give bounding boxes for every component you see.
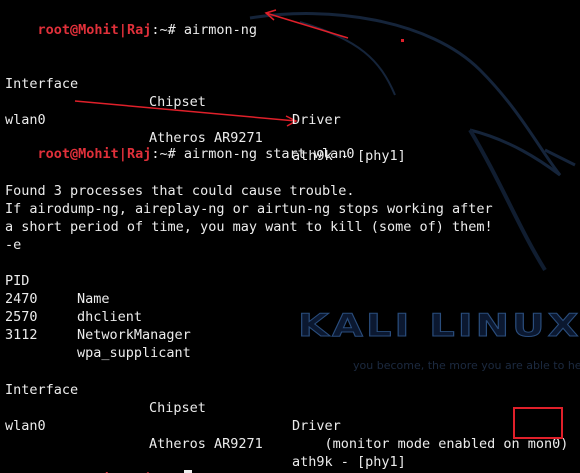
annotation-dot — [401, 39, 404, 42]
prompt-path: :~# — [151, 22, 184, 38]
mon0-highlight-box — [513, 407, 563, 439]
process-row: 2470 dhclient — [5, 272, 305, 325]
warning-line-1: Found 3 processes that could cause troub… — [5, 183, 355, 199]
warning-line-2: If airodump-ng, aireplay-ng or airtun-ng… — [5, 201, 493, 217]
monitor-prefix: (monitor mode enabled on — [324, 436, 528, 452]
process-name: NetworkManager — [77, 327, 191, 343]
prompt-user: root@Mohit — [37, 22, 119, 38]
prompt-user: root@Mohit — [37, 146, 119, 162]
prompt-separator: | — [118, 22, 127, 38]
prompt-host: Raj — [126, 22, 152, 38]
table-header-row: Interface Chipset Driver — [5, 363, 565, 434]
header-interface: Interface — [5, 382, 79, 398]
process-row: 3112 wpa_supplicant — [5, 308, 305, 361]
prompt-line-3[interactable]: root@Mohit|Raj:~# — [5, 452, 192, 473]
prompt-line-1: root@Mohit|Raj:~# airmon-ng — [5, 3, 257, 38]
prompt-host: Raj — [126, 146, 152, 162]
arrow-line-1 — [265, 12, 349, 39]
arrow-head-1 — [264, 9, 277, 21]
warning-line-3: a short period of time, you may want to … — [5, 219, 493, 235]
row-chipset: Atheros AR9271 — [149, 436, 263, 452]
header-interface: Interface — [5, 76, 79, 92]
command-text: airmon-ng start wlan0 — [183, 146, 355, 162]
prompt-line-2: root@Mohit|Raj:~# airmon-ng start wlan0 — [5, 127, 355, 162]
kali-linux-logo: KALI LINUX — [297, 308, 580, 345]
process-header-row: PID Name — [5, 254, 305, 307]
row-interface: wlan0 — [5, 418, 46, 434]
terminal-window[interactable]: KALI LINUX you become, the more you are … — [0, 0, 580, 473]
row-driver: ath9k - [phy1] — [292, 454, 406, 470]
table-header-row: Interface Chipset Driver — [5, 57, 565, 128]
warning-line-4: -e — [5, 237, 22, 253]
process-pid: 3112 — [5, 327, 38, 343]
table-row: wlan0 Atheros AR9271 ath9k - [phy1] — [5, 93, 565, 164]
prompt-separator: | — [118, 146, 127, 162]
process-name: wpa_supplicant — [77, 345, 191, 361]
table-row: wlan0 Atheros AR9271 ath9k - [phy1] — [5, 399, 565, 470]
process-row: 2570 NetworkManager — [5, 290, 305, 343]
command-text: airmon-ng — [183, 22, 257, 38]
prompt-path: :~# — [151, 146, 184, 162]
